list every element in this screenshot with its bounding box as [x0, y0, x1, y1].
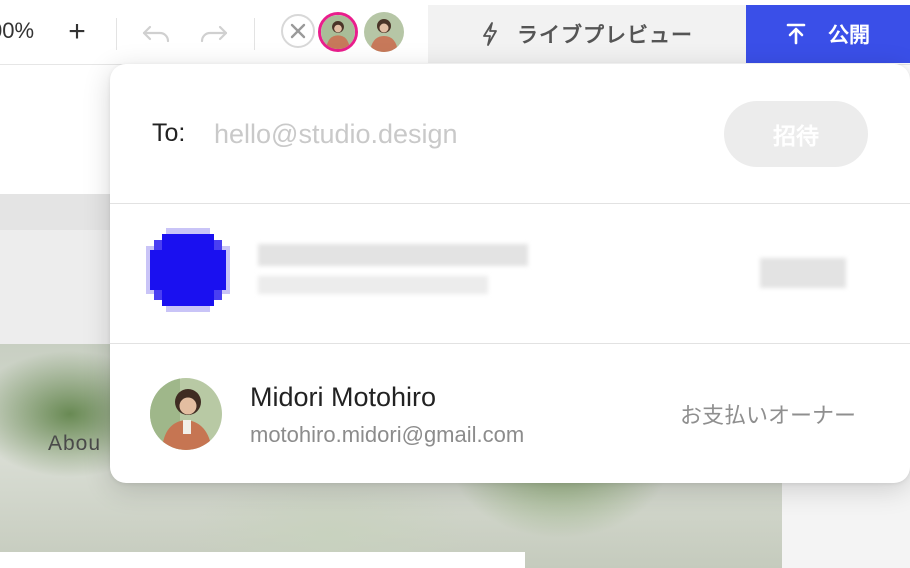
collaborator-avatar-active[interactable] — [318, 12, 358, 52]
invite-email-input[interactable] — [214, 114, 694, 154]
zoom-in-button[interactable]: + — [62, 14, 92, 50]
avatar-photo — [364, 12, 404, 52]
undo-icon — [142, 25, 170, 43]
upload-icon — [786, 23, 806, 45]
to-label: To: — [152, 119, 186, 147]
invite-button[interactable]: 招待 — [724, 101, 868, 167]
member-role-obscured — [760, 258, 846, 288]
close-icon — [290, 23, 306, 39]
close-share-button[interactable] — [281, 14, 315, 48]
redo-icon — [200, 25, 228, 43]
publish-label: 公開 — [828, 23, 870, 47]
invite-row: To: 招待 — [110, 64, 910, 203]
divider — [110, 343, 910, 344]
redo-button[interactable] — [196, 18, 230, 48]
collaborator-avatar[interactable] — [364, 12, 404, 52]
toolbar-divider — [116, 18, 117, 50]
live-preview-button[interactable]: ライブプレビュー — [428, 5, 746, 63]
top-toolbar: 00% + — [0, 0, 910, 65]
avatar-photo — [150, 378, 222, 450]
share-popup: To: 招待 — [110, 64, 910, 483]
bolt-icon — [481, 22, 499, 46]
publish-button[interactable]: 公開 — [746, 5, 910, 63]
toolbar-divider — [254, 18, 255, 50]
member-email-obscured — [258, 276, 488, 294]
member-avatar — [150, 378, 222, 450]
zoom-level[interactable]: 00% — [0, 18, 34, 44]
undo-button[interactable] — [140, 18, 174, 48]
avatar-photo — [321, 15, 355, 49]
nav-link-about[interactable]: Abou — [48, 432, 101, 456]
hero-caption-strip — [0, 552, 525, 568]
member-name-obscured — [258, 244, 528, 266]
live-preview-label: ライブプレビュー — [517, 23, 693, 47]
editor-screen: Abou 00% + — [0, 0, 910, 568]
member-row-obscured — [110, 204, 910, 343]
member-avatar-pixelated — [146, 228, 230, 312]
